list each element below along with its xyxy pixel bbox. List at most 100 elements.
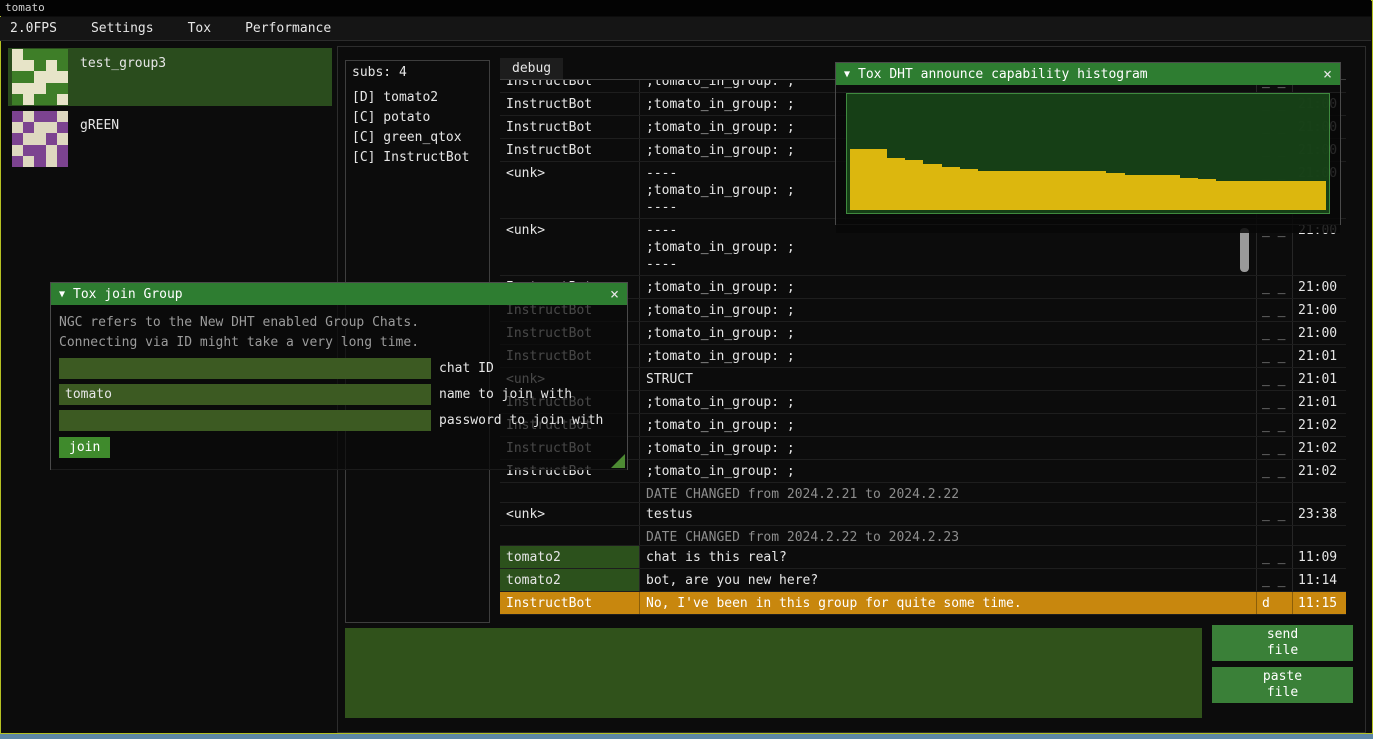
message-text: DATE CHANGED from 2024.2.21 to 2024.2.22: [639, 483, 1256, 502]
message-time: [1292, 526, 1346, 545]
window-title: Tox DHT announce capability histogram: [858, 67, 1148, 82]
histogram-bar: [868, 149, 886, 210]
join-button[interactable]: join: [59, 437, 110, 458]
paste-file-button[interactable]: paste file: [1212, 667, 1353, 703]
subs-count: subs: 4: [352, 65, 483, 80]
message-time: 23:38: [1292, 503, 1346, 525]
join-name-input[interactable]: [59, 384, 431, 405]
field-label-name: name to join with: [439, 387, 572, 402]
message-status: _ _: [1256, 503, 1292, 525]
message-text: No, I've been in this group for quite so…: [639, 592, 1256, 614]
os-titlebar: tomato: [0, 0, 1371, 16]
menu-performance[interactable]: Performance: [233, 19, 343, 38]
message-text: ;tomato_in_group: ;: [639, 391, 1256, 413]
group-item-test_group3[interactable]: test_group3: [8, 48, 332, 106]
group-avatar: [12, 49, 68, 105]
message-sender: <unk>: [500, 503, 639, 525]
message-sender: tomato2: [500, 546, 639, 568]
menu-tox[interactable]: Tox: [176, 19, 223, 38]
collapse-arrow-icon[interactable]: ▼: [59, 289, 65, 300]
group-list: test_group3 gREEN: [8, 48, 332, 172]
message-sender: <unk>: [500, 219, 639, 275]
message-text: ;tomato_in_group: ;: [639, 276, 1256, 298]
message-status: d: [1256, 592, 1292, 614]
histogram-bar: [1180, 178, 1198, 210]
histogram-bar: [1125, 175, 1143, 210]
message-status: _ _: [1256, 569, 1292, 591]
message-input[interactable]: [345, 628, 1202, 718]
subs-member[interactable]: [C] potato: [352, 108, 483, 128]
join-group-window: ▼ Tox join Group × NGC refers to the New…: [50, 282, 628, 470]
chat-row[interactable]: tomato2chat is this real?_ _11:09: [500, 546, 1346, 569]
send-file-button[interactable]: send file: [1212, 625, 1353, 661]
histogram-bar: [1253, 181, 1271, 210]
message-text: STRUCT: [639, 368, 1256, 390]
histogram-bar: [1216, 181, 1234, 210]
menu-settings[interactable]: Settings: [79, 19, 166, 38]
message-time: 21:01: [1292, 391, 1346, 413]
message-sender: tomato2: [500, 569, 639, 591]
message-status: _ _: [1256, 437, 1292, 459]
histogram-bar: [923, 164, 941, 210]
message-status: _ _: [1256, 391, 1292, 413]
subs-member[interactable]: [D] tomato2: [352, 88, 483, 108]
histogram-bar: [1271, 181, 1289, 210]
message-time: 21:00: [1292, 322, 1346, 344]
scrollbar-thumb[interactable]: [1240, 228, 1249, 272]
join-password-input[interactable]: [59, 410, 431, 431]
histogram-bar: [1143, 175, 1161, 210]
message-time: 21:00: [1292, 299, 1346, 321]
close-icon[interactable]: ×: [610, 287, 619, 302]
message-text: DATE CHANGED from 2024.2.22 to 2024.2.23: [639, 526, 1256, 545]
histogram-bar: [1070, 171, 1088, 210]
date-separator-row[interactable]: DATE CHANGED from 2024.2.22 to 2024.2.23: [500, 526, 1346, 546]
histogram-bar: [1290, 181, 1308, 210]
histogram-bar: [905, 160, 923, 210]
message-status: _ _: [1256, 276, 1292, 298]
subs-member[interactable]: [C] green_qtox: [352, 128, 483, 148]
collapse-arrow-icon[interactable]: ▼: [844, 69, 850, 80]
tab-debug[interactable]: debug: [500, 58, 563, 79]
subs-member[interactable]: [C] InstructBot: [352, 148, 483, 168]
message-time: 11:15: [1292, 592, 1346, 614]
histogram-bar: [960, 169, 978, 210]
histogram-bar: [978, 171, 996, 210]
histogram-bar: [1106, 173, 1124, 210]
info-text: NGC refers to the New DHT enabled Group …: [59, 313, 619, 333]
group-name: test_group3: [80, 56, 166, 106]
histogram-bar: [887, 158, 905, 210]
group-name: gREEN: [80, 118, 119, 168]
field-label-chat-id: chat ID: [439, 361, 494, 376]
histogram-bar: [1235, 181, 1253, 210]
chat-row[interactable]: <unk>testus_ _23:38: [500, 503, 1346, 526]
chat-id-input[interactable]: [59, 358, 431, 379]
message-text: bot, are you new here?: [639, 569, 1256, 591]
message-time: 21:00: [1292, 276, 1346, 298]
message-status: _ _: [1256, 322, 1292, 344]
histogram-window-titlebar[interactable]: ▼ Tox DHT announce capability histogram …: [836, 63, 1340, 85]
histogram-bar: [1198, 179, 1216, 210]
message-status: [1256, 483, 1292, 502]
message-sender: InstructBot: [500, 592, 639, 614]
fps-counter: 2.0FPS: [10, 21, 65, 36]
message-text: chat is this real?: [639, 546, 1256, 568]
window-title: Tox join Group: [73, 287, 183, 302]
group-avatar: [12, 111, 68, 167]
chat-row[interactable]: tomato2bot, are you new here?_ _11:14: [500, 569, 1346, 592]
subs-list: [D] tomato2[C] potato[C] green_qtox[C] I…: [352, 88, 483, 168]
group-item-green[interactable]: gREEN: [8, 110, 332, 168]
histogram-bar: [1033, 171, 1051, 210]
date-separator-row[interactable]: DATE CHANGED from 2024.2.21 to 2024.2.22: [500, 483, 1346, 503]
resize-grip[interactable]: [611, 454, 625, 468]
histogram-bar: [1088, 171, 1106, 210]
histogram-bar: [1308, 181, 1326, 210]
chat-row[interactable]: InstructBotNo, I've been in this group f…: [500, 592, 1346, 615]
message-status: _ _: [1256, 460, 1292, 482]
close-icon[interactable]: ×: [1323, 67, 1332, 82]
join-window-titlebar[interactable]: ▼ Tox join Group ×: [51, 283, 627, 305]
histogram-plot: [846, 93, 1330, 214]
message-text: ;tomato_in_group: ;: [639, 345, 1256, 367]
message-sender: InstructBot: [500, 93, 639, 115]
message-time: 21:02: [1292, 460, 1346, 482]
histogram-bar: [1161, 175, 1179, 210]
